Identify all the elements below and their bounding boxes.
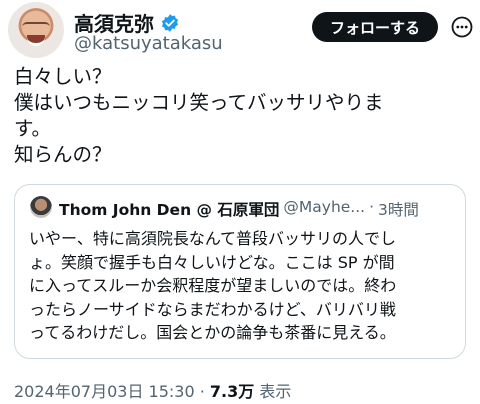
quoted-author-avatar <box>30 196 52 218</box>
quoted-tweet-text: いやー、特に高須院長なんて普段バッサリの人でし ょ。笑顔で握手も白々しいけどな。… <box>29 229 397 342</box>
quoted-tweet[interactable]: Thom John Den @ 石原軍団 @Mayhe... · 3時間 いやー… <box>14 184 466 359</box>
meta-separator: · <box>199 382 205 401</box>
verified-badge-icon <box>161 13 179 32</box>
author-avatar[interactable] <box>8 2 64 58</box>
author-handle[interactable]: @katsuyatakasu <box>74 33 223 54</box>
avatar-smile <box>27 35 45 46</box>
tweet-text: 白々しい？ 僕はいつもニッコリ笑ってバッサリやりま す。 知らんの？ <box>14 65 384 166</box>
tweet-meta: 2024年07月03日 15:30 · 7.3万 表示 <box>14 378 291 402</box>
view-count-label: 表示 <box>259 382 292 401</box>
quoted-tweet-header: Thom John Den @ 石原軍団 @Mayhe... · 3時間 <box>59 198 419 220</box>
quoted-author-handle: @Mayhe... <box>283 198 366 216</box>
quoted-author-name: Thom John Den @ 石原軍団 <box>59 201 280 219</box>
more-options-icon[interactable] <box>451 16 473 38</box>
follow-button[interactable]: フォローする <box>312 12 438 42</box>
view-count: 7.3万 <box>209 382 255 401</box>
tweet-timestamp[interactable]: 2024年07月03日 15:30 <box>14 382 195 401</box>
avatar-glasses <box>22 22 50 32</box>
quoted-separator: · <box>369 198 375 216</box>
quoted-time: 3時間 <box>378 201 419 219</box>
